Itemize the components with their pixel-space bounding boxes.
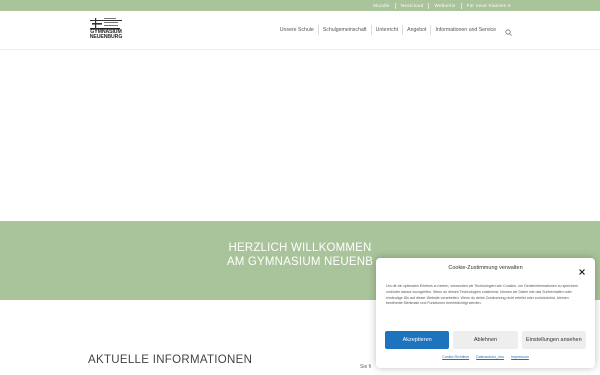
main-nav: Unsere Schule Schulgemeinschaft Unterric… bbox=[276, 11, 514, 49]
privacy-link[interactable]: Datenschutz_neu bbox=[476, 355, 504, 359]
logo-text: GYMNASIUM NEUENBURG bbox=[86, 29, 126, 41]
site-logo[interactable]: GYMNASIUM NEUENBURG bbox=[86, 16, 126, 46]
site-header: GYMNASIUM NEUENBURG Unsere Schule Schulg… bbox=[0, 11, 600, 50]
cookie-links: Cookie-Richtlinie Datenschutz_neu Impres… bbox=[376, 355, 595, 359]
topnav-link-neue-klassen[interactable]: Für neue Klassen 5 bbox=[460, 2, 516, 9]
sidebar-snippet: Sie fi bbox=[360, 364, 372, 370]
nav-item-angebot[interactable]: Angebot bbox=[402, 25, 430, 35]
nav-item-unterricht[interactable]: Unterricht bbox=[370, 25, 403, 35]
decline-button[interactable]: Ablehnen bbox=[453, 331, 518, 349]
section-title: AKTUELLE INFORMATIONEN bbox=[88, 354, 253, 366]
welcome-line-1: HERZLICH WILLKOMMEN bbox=[228, 242, 372, 254]
imprint-link[interactable]: Impressum bbox=[511, 355, 529, 359]
nav-item-informationen[interactable]: Informationen und Service bbox=[430, 25, 500, 35]
search-icon[interactable] bbox=[504, 25, 514, 36]
accept-button[interactable]: Akzeptieren bbox=[385, 331, 450, 349]
cookie-button-row: Akzeptieren Ablehnen Einstellungen anseh… bbox=[385, 331, 586, 349]
topnav-link-moodle[interactable]: Moodle bbox=[368, 3, 395, 9]
cookie-dialog-title: Cookie-Zustimmung verwalten bbox=[448, 265, 523, 271]
cookie-dialog-text: Um dir ein optimales Erlebnis zu bieten,… bbox=[386, 284, 579, 306]
hero-area bbox=[0, 50, 600, 221]
settings-button[interactable]: Einstellungen ansehen bbox=[521, 331, 586, 349]
logo-line-2: NEUENBURG bbox=[89, 34, 123, 41]
close-icon[interactable] bbox=[578, 263, 586, 275]
top-nav: Moodle Nextcloud Webuntis Für neue Klass… bbox=[368, 0, 516, 11]
top-bar: Moodle Nextcloud Webuntis Für neue Klass… bbox=[0, 0, 600, 11]
nav-item-unsere-schule[interactable]: Unsere Schule bbox=[276, 25, 318, 35]
topnav-link-nextcloud[interactable]: Nextcloud bbox=[394, 2, 429, 9]
cookie-consent-dialog: Cookie-Zustimmung verwalten Um dir ein o… bbox=[376, 258, 595, 368]
nav-item-schulgemeinschaft[interactable]: Schulgemeinschaft bbox=[317, 25, 371, 35]
cookie-policy-link[interactable]: Cookie-Richtlinie bbox=[442, 355, 469, 359]
topnav-link-webuntis[interactable]: Webuntis bbox=[428, 2, 460, 9]
